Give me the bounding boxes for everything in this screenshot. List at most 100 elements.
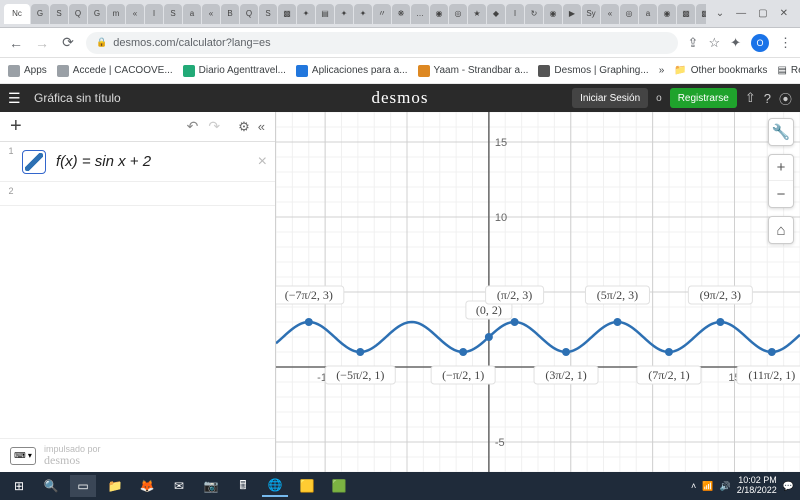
tab-active[interactable]: Nc (4, 4, 30, 24)
tab[interactable]: ★ (468, 4, 486, 24)
forward-button[interactable]: → (34, 35, 50, 51)
wifi-icon[interactable]: 📶 (702, 481, 713, 492)
reload-button[interactable]: ⟳ (60, 35, 76, 51)
hamburger-icon[interactable]: ☰ (8, 90, 26, 107)
clock[interactable]: 10:02 PM 2/18/2022 (737, 476, 777, 496)
close-button[interactable]: ✕ (780, 8, 788, 19)
tab[interactable]: 〃 (373, 4, 391, 24)
bookmark-item[interactable]: Desmos | Graphing... (538, 65, 648, 77)
chevron-down-icon[interactable]: ⌄ (716, 8, 724, 19)
tab[interactable]: ✦ (297, 4, 315, 24)
taskbar-item[interactable]: 🟨 (294, 475, 320, 497)
notifications-icon[interactable]: 💬 (783, 481, 794, 492)
taskbar-item[interactable]: 🔍 (38, 475, 64, 497)
svg-text:(0, 2): (0, 2) (476, 303, 502, 317)
wrench-icon[interactable]: 🔧 (769, 119, 793, 145)
expression-row[interactable]: 1 f(x) = sin x + 2 × (0, 142, 275, 182)
tab[interactable]: « (126, 4, 144, 24)
expression-formula[interactable]: f(x) = sin x + 2 (56, 153, 151, 171)
tab[interactable]: ▩ (696, 4, 706, 24)
url-input[interactable]: 🔒 desmos.com/calculator?lang=es (86, 32, 678, 54)
tab[interactable]: « (601, 4, 619, 24)
tab[interactable]: ◆ (487, 4, 505, 24)
tab[interactable]: ◎ (449, 4, 467, 24)
tab[interactable]: a (639, 4, 657, 24)
home-button[interactable]: ⌂ (769, 217, 793, 243)
extension-icon[interactable]: ✦ (730, 35, 741, 51)
taskbar-item[interactable]: ▭ (70, 475, 96, 497)
add-expression-button[interactable]: + (10, 115, 22, 138)
reading-list[interactable]: ▤Reading list (777, 65, 800, 76)
minimize-button[interactable]: — (736, 8, 746, 19)
bookmark-item[interactable]: Aplicaciones para a... (296, 65, 408, 77)
volume-icon[interactable]: 🔊 (720, 481, 731, 492)
tab[interactable]: ▩ (677, 4, 695, 24)
tab[interactable]: … (411, 4, 429, 24)
tab[interactable]: m (107, 4, 125, 24)
tab[interactable]: ↻ (525, 4, 543, 24)
tab[interactable]: Sy (582, 4, 600, 24)
taskbar-item[interactable]: 📷 (198, 475, 224, 497)
star-icon[interactable]: ☆ (708, 35, 720, 51)
delete-expression-button[interactable]: × (258, 153, 267, 171)
taskbar-item[interactable]: 🌐 (262, 475, 288, 497)
bookmarks-overflow[interactable]: » (659, 65, 665, 76)
tab[interactable]: ❋ (392, 4, 410, 24)
tab[interactable]: ◎ (620, 4, 638, 24)
share-icon[interactable]: ⇧ (745, 90, 756, 106)
collapse-panel-button[interactable]: « (258, 119, 265, 134)
settings-icon[interactable]: ⦿ (779, 89, 792, 108)
undo-button[interactable]: ↶ (187, 118, 199, 135)
tab[interactable]: ✦ (335, 4, 353, 24)
tab[interactable]: Q (69, 4, 87, 24)
tab[interactable]: ▩ (278, 4, 296, 24)
menu-icon[interactable]: ⋮ (779, 35, 792, 51)
taskbar-item[interactable]: 🟩 (326, 475, 352, 497)
tab[interactable]: ◉ (658, 4, 676, 24)
signup-button[interactable]: Registrarse (670, 88, 737, 108)
tab[interactable]: ◉ (544, 4, 562, 24)
bookmark-item[interactable]: Yaam - Strandbar a... (418, 65, 529, 77)
tab[interactable]: Q (240, 4, 258, 24)
tab[interactable]: ▤ (316, 4, 334, 24)
tab[interactable]: ▶ (563, 4, 581, 24)
expression-color-icon[interactable] (22, 150, 46, 174)
start-button[interactable]: ⊞ (6, 475, 32, 497)
bookmark-item[interactable]: Accede | CACOOVE... (57, 65, 173, 77)
tab[interactable]: l (506, 4, 524, 24)
help-icon[interactable]: ? (764, 91, 771, 106)
taskbar-item[interactable]: 🦊 (134, 475, 160, 497)
tab[interactable]: S (50, 4, 68, 24)
zoom-in-button[interactable]: + (769, 155, 793, 181)
tab[interactable]: G (88, 4, 106, 24)
expression-settings-icon[interactable]: ⚙ (238, 119, 250, 135)
tab[interactable]: S (259, 4, 277, 24)
bookmark-item[interactable]: Diario Agenttravel... (183, 65, 286, 77)
tab[interactable]: « (202, 4, 220, 24)
redo-button[interactable]: ↷ (208, 118, 220, 135)
back-button[interactable]: ← (8, 35, 24, 51)
tab[interactable]: ✦ (354, 4, 372, 24)
tab[interactable]: B (221, 4, 239, 24)
tray-chevron-icon[interactable]: ˄ (691, 481, 696, 491)
tab[interactable]: l (145, 4, 163, 24)
share-icon[interactable]: ⇪ (688, 35, 699, 51)
taskbar-item[interactable]: 📁 (102, 475, 128, 497)
tab[interactable]: a (183, 4, 201, 24)
taskbar-item[interactable]: 🖩 (230, 475, 256, 497)
zoom-out-button[interactable]: − (769, 181, 793, 207)
bookmarks-bar: Apps Accede | CACOOVE... Diario Agenttra… (0, 58, 800, 84)
taskbar-item[interactable]: ✉ (166, 475, 192, 497)
graph-title[interactable]: Gráfica sin título (34, 91, 121, 105)
tab[interactable]: G (31, 4, 49, 24)
login-button[interactable]: Iniciar Sesión (572, 88, 648, 108)
expression-row-empty[interactable]: 2 (0, 182, 275, 206)
other-bookmarks[interactable]: 📁Other bookmarks (674, 65, 767, 76)
profile-avatar[interactable]: O (751, 34, 769, 52)
graph-canvas[interactable]: -101015-551015(−7π/2, 3)(−5π/2, 1)(0, 2)… (276, 112, 800, 472)
apps-button[interactable]: Apps (8, 65, 47, 77)
maximize-button[interactable]: ▢ (758, 8, 767, 19)
keyboard-button[interactable]: ⌨ ▾ (10, 447, 36, 465)
tab[interactable]: S (164, 4, 182, 24)
tab[interactable]: ◉ (430, 4, 448, 24)
